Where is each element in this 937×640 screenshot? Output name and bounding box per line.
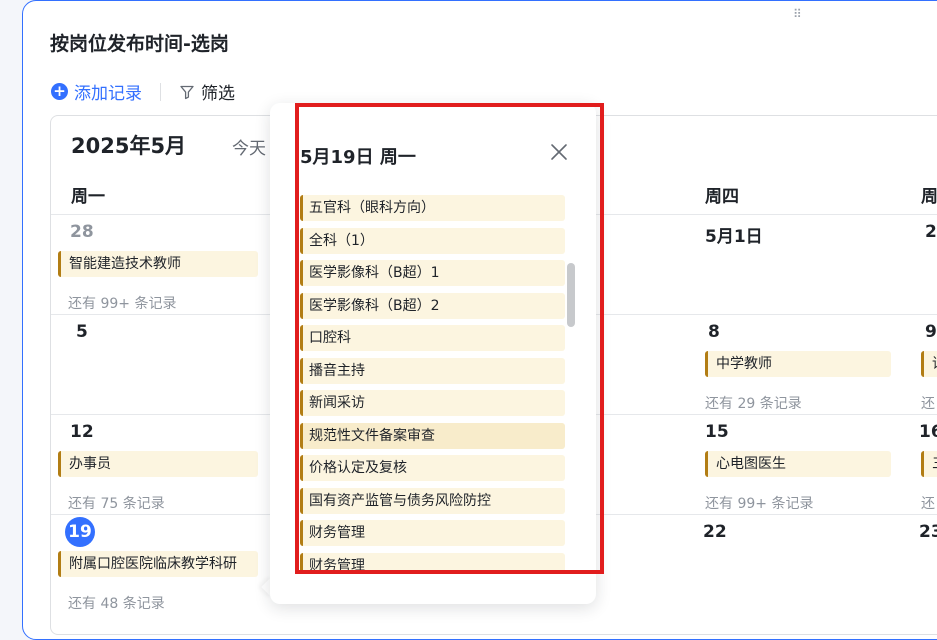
popup-record-list: 五官科（眼科方向） 全科（1） 医学影像科（B超）1 医学影像科（B超）2 口腔… [300,187,572,571]
popup-record-item[interactable]: 价格认定及复核 [300,455,565,481]
month-label: 2025年5月 [71,134,187,158]
popup-record-item[interactable]: 全科（1） [300,228,565,254]
popup-record-item[interactable]: 播音主持 [300,358,565,384]
page-title: 按岗位发布时间-选岗 [50,33,229,55]
event-chip[interactable]: 中学教师 [705,351,891,377]
weekday-mon: 周一 [71,187,105,207]
day-detail-popup: 5月19日 周一 五官科（眼科方向） 全科（1） 医学影像科（B超）1 医学影像… [270,103,596,604]
popup-record-item[interactable]: 五官科（眼科方向） [300,195,565,221]
event-chip[interactable]: 请 [921,351,937,377]
event-chip[interactable]: 三 [921,451,937,477]
popup-record-item[interactable]: 规范性文件备案审查 [300,423,565,449]
day-number: 15 [705,422,729,442]
weekday-thu: 周四 [705,187,739,207]
event-chip[interactable]: 心电图医生 [705,451,891,477]
more-records-link[interactable]: 还有 99+ 条记录 [68,293,176,313]
filter-label: 筛选 [201,84,235,104]
popup-record-item[interactable]: 医学影像科（B超）2 [300,293,565,319]
event-chip[interactable]: 附属口腔医院临床教学科研 [58,551,258,577]
popup-record-item[interactable]: 新闻采访 [300,390,565,416]
popup-title: 5月19日 周一 [300,147,416,168]
day-number: 2 [925,222,937,242]
day-number: 8 [708,322,720,342]
event-chip[interactable]: 办事员 [58,451,258,477]
popup-record-item[interactable]: 医学影像科（B超）1 [300,260,565,286]
more-records-link[interactable]: 还有 29 条记录 [705,393,802,413]
more-records-link[interactable]: 还有 99+ 条记录 [705,493,813,513]
plus-circle-icon: + [51,83,68,100]
popup-record-item[interactable]: 财务管理 [300,520,565,546]
more-records-link[interactable]: 还 [921,493,935,513]
day-number: 5 [76,322,88,342]
toolbar-divider [160,82,161,101]
today-day-number: 19 [65,517,95,547]
add-record-button[interactable]: + 添加记录 [51,79,142,104]
add-record-label: 添加记录 [74,84,142,104]
toolbar: + 添加记录 筛选 [51,79,235,104]
day-number: 9 [925,322,937,342]
close-icon[interactable] [548,141,570,163]
filter-icon [180,85,194,99]
more-records-link[interactable]: 还有 48 条记录 [68,593,165,613]
event-chip[interactable]: 智能建造技术教师 [58,251,258,277]
day-number: 28 [70,222,94,242]
more-records-link[interactable]: 还有 75 条记录 [68,493,165,513]
popup-record-item[interactable]: 国有资产监管与债务风险防控 [300,488,565,514]
more-records-link[interactable]: 还 [921,393,935,413]
popup-scrollbar[interactable] [567,263,575,327]
drag-handle-icon[interactable]: ⠿ [793,8,803,20]
day-number: 16 [919,422,937,442]
day-number: 12 [70,422,94,442]
weekday-fri: 周 [921,187,937,207]
filter-button[interactable]: 筛选 [179,79,235,104]
popup-record-item[interactable]: 财务管理 [300,553,565,571]
day-number: 23 [919,522,937,542]
day-number: 5月1日 [705,227,763,247]
today-button[interactable]: 今天 [232,134,266,159]
popup-record-item[interactable]: 口腔科 [300,325,565,351]
day-number: 22 [703,522,727,542]
